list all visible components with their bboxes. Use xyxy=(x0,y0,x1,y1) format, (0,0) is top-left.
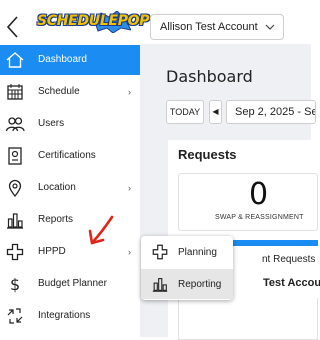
sidebar-item-hppd[interactable]: HPPD › xyxy=(0,237,140,267)
swap-reassignment-stat[interactable]: 0 SWAP & REASSIGNMENT xyxy=(178,173,318,231)
sidebar: Dashboard Schedule › Users Certification… xyxy=(0,44,140,337)
sidebar-item-label: Dashboard xyxy=(38,54,87,65)
sidebar-item-certifications[interactable]: Certifications xyxy=(0,141,140,171)
chevron-down-icon xyxy=(265,24,275,30)
sidebar-item-label: Budget Planner xyxy=(38,278,107,289)
svg-text:$: $ xyxy=(10,275,20,294)
date-range-picker[interactable]: Sep 2, 2025 - Se xyxy=(226,100,316,124)
hppd-menu-item-planning[interactable]: Planning xyxy=(141,237,233,267)
location-pin-icon xyxy=(8,179,22,198)
plus-cross-icon xyxy=(152,244,168,260)
account-selector[interactable]: Allison Test Account xyxy=(150,14,284,40)
bar-chart-icon xyxy=(7,213,23,229)
bar-chart-icon xyxy=(152,278,168,292)
requests-card-body xyxy=(178,298,318,340)
sidebar-item-schedule[interactable]: Schedule › xyxy=(0,77,140,107)
sidebar-item-label: Location xyxy=(38,182,76,193)
home-icon xyxy=(6,52,24,68)
submenu-caret: › xyxy=(128,183,131,193)
requests-card-title: Requests xyxy=(178,147,237,162)
submenu-caret: › xyxy=(128,247,131,257)
certificate-icon xyxy=(8,147,22,165)
stat-count: 0 xyxy=(249,177,269,212)
sidebar-item-label: Certifications xyxy=(38,150,96,161)
logo-text: SCHEDULEPOP xyxy=(37,13,150,29)
calendar-icon xyxy=(7,84,23,100)
sidebar-item-budget-planner[interactable]: $ Budget Planner xyxy=(0,269,140,299)
stat-label: SWAP & REASSIGNMENT xyxy=(215,214,304,221)
account-row-text: Test Account xyxy=(263,277,320,289)
submenu-caret: › xyxy=(128,87,131,97)
dollar-icon: $ xyxy=(10,275,20,294)
sidebar-item-label: Integrations xyxy=(38,310,91,321)
integrations-icon xyxy=(7,308,23,324)
plus-cross-icon xyxy=(6,243,24,261)
top-bar: SCHEDULEPOP Allison Test Account xyxy=(0,0,311,44)
hppd-flyout-menu: Planning Reporting xyxy=(141,236,233,300)
sidebar-item-label: Schedule xyxy=(38,86,80,97)
schedulepop-logo[interactable]: SCHEDULEPOP xyxy=(35,11,150,41)
sidebar-item-users[interactable]: Users xyxy=(0,109,140,139)
hppd-menu-item-reporting[interactable]: Reporting xyxy=(141,269,233,299)
sidebar-item-label: Users xyxy=(38,118,65,129)
annotation-arrow-icon xyxy=(88,215,114,245)
sidebar-item-reports[interactable]: Reports xyxy=(0,205,140,235)
sidebar-item-integrations[interactable]: Integrations xyxy=(0,301,140,331)
hppd-menu-item-label: Reporting xyxy=(178,279,222,290)
sidebar-item-location[interactable]: Location › xyxy=(0,173,140,203)
sidebar-item-label: Reports xyxy=(38,214,74,225)
chevron-left-icon[interactable] xyxy=(4,14,22,40)
today-button[interactable]: TODAY xyxy=(166,100,204,124)
page-title: Dashboard xyxy=(166,67,253,86)
users-icon xyxy=(5,117,25,132)
sidebar-item-dashboard[interactable]: Dashboard xyxy=(0,45,140,75)
requests-sub-header-text: nt Requests xyxy=(262,254,316,265)
sidebar-item-label: HPPD xyxy=(38,246,66,257)
account-selector-value: Allison Test Account xyxy=(160,21,258,33)
previous-period-button[interactable]: ◀ xyxy=(209,100,222,124)
hppd-menu-item-label: Planning xyxy=(178,247,217,258)
